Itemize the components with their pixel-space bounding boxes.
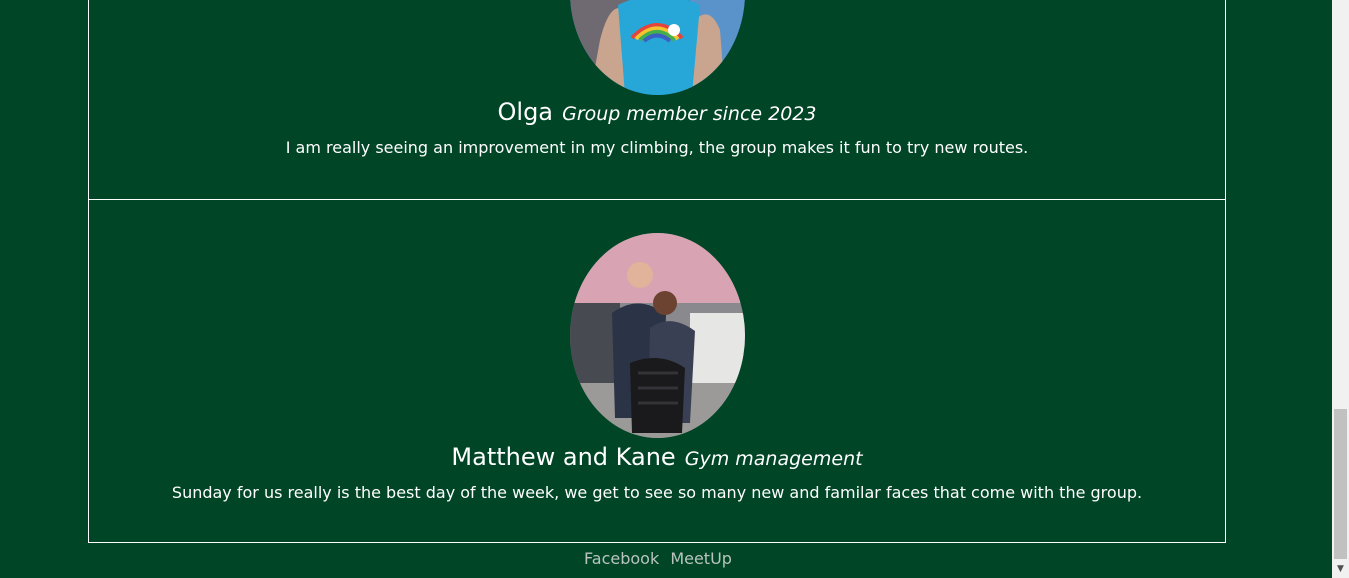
page: Olga Group member since 2023 I am really… [0,0,1349,578]
testimonial-heading-olga: Olga Group member since 2023 [89,98,1225,126]
testimonial-card-matthew-and-kane: Matthew and Kane Gym management Sunday f… [88,199,1226,543]
testimonial-role: Gym management [684,448,863,470]
testimonial-photo-olga [570,0,745,95]
testimonial-heading-matthew-and-kane: Matthew and Kane Gym management [89,443,1225,471]
testimonial-name: Olga [497,98,554,126]
testimonial-card-olga: Olga Group member since 2023 I am really… [88,0,1226,200]
testimonial-photo-matthew-and-kane [570,233,745,438]
testimonial-quote: Sunday for us really is the best day of … [171,483,1143,502]
footer: Facebook MeetUp [0,549,1316,568]
page-scrollbar[interactable]: ▼ [1332,0,1349,578]
scrollbar-thumb[interactable] [1334,409,1347,559]
footer-link-meetup[interactable]: MeetUp [670,549,732,568]
footer-link-facebook[interactable]: Facebook [584,549,659,568]
testimonial-role: Group member since 2023 [562,103,817,125]
testimonial-name: Matthew and Kane [451,443,676,471]
testimonial-quote: I am really seeing an improvement in my … [285,138,1029,157]
scroll-down-arrow-icon[interactable]: ▼ [1332,561,1349,578]
